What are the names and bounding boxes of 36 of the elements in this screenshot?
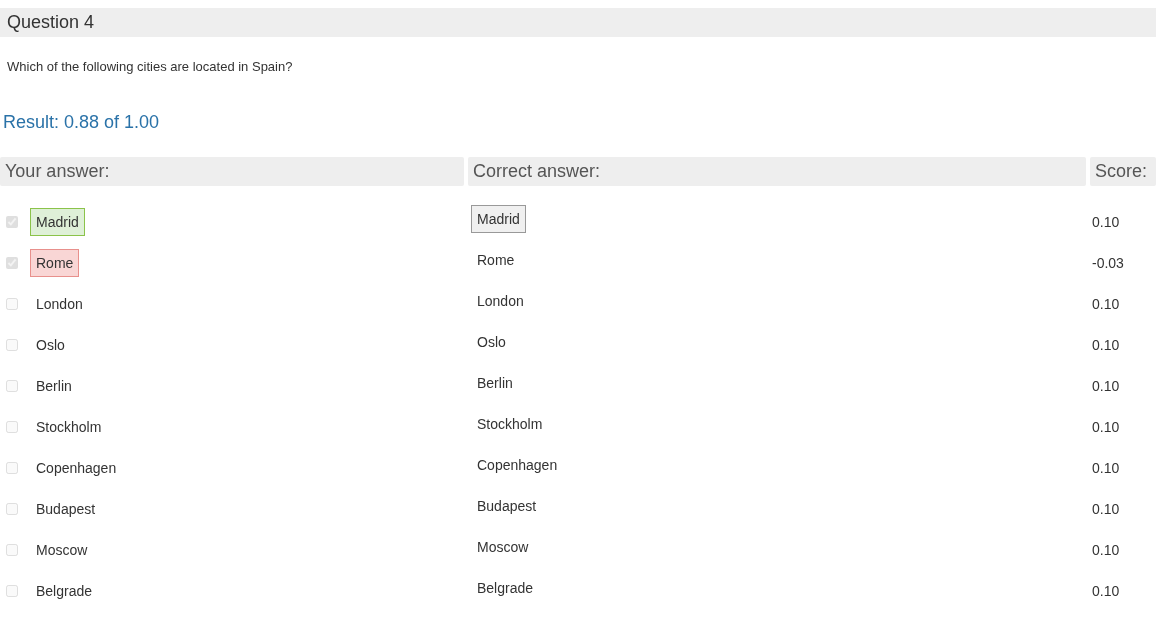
score-value: 0.10 bbox=[1092, 582, 1120, 599]
correct-answer-option: Budapest bbox=[471, 491, 543, 520]
answer-option: Copenhagen bbox=[30, 453, 123, 482]
correct-answer-option: Madrid bbox=[471, 204, 526, 233]
answer-option: Budapest bbox=[30, 494, 102, 523]
score-value: -0.03 bbox=[1092, 254, 1124, 271]
correct-answer-option: Berlin bbox=[471, 368, 519, 397]
column-header: Your answer: bbox=[0, 157, 464, 186]
correct-answer-option: Rome bbox=[471, 245, 521, 274]
answer-option: Belgrade bbox=[30, 576, 99, 605]
correct-answer-option: London bbox=[471, 286, 530, 315]
correct-answer-option: Stockholm bbox=[471, 409, 549, 438]
answer-option: Berlin bbox=[30, 371, 78, 400]
score-value: 0.10 bbox=[1092, 459, 1120, 476]
answer-option: Oslo bbox=[30, 330, 71, 359]
question-text: Which of the following cities are located in Spain? bbox=[6, 58, 294, 74]
correct-answer-option: Copenhagen bbox=[471, 450, 564, 479]
answer-option: Moscow bbox=[30, 535, 94, 564]
column-header: Score: bbox=[1090, 157, 1156, 186]
score-value: 0.10 bbox=[1092, 500, 1120, 517]
answer-option: Stockholm bbox=[30, 412, 108, 441]
score-value: 0.10 bbox=[1092, 336, 1120, 353]
correct-answer-option: Oslo bbox=[471, 327, 512, 356]
answer-option: Madrid bbox=[30, 207, 85, 236]
correct-answer-option: Moscow bbox=[471, 532, 535, 561]
answer-option: Rome bbox=[30, 248, 80, 277]
column-header: Correct answer: bbox=[468, 157, 1086, 186]
score-value: 0.10 bbox=[1092, 213, 1120, 230]
score-value: 0.10 bbox=[1092, 295, 1120, 312]
answer-option: London bbox=[30, 289, 89, 318]
score-value: 0.10 bbox=[1092, 418, 1120, 435]
score-value: 0.10 bbox=[1092, 377, 1120, 394]
question-title: Question 4 bbox=[0, 8, 1156, 37]
result-text: Result: 0.88 of 1.00 bbox=[2, 111, 161, 133]
score-value: 0.10 bbox=[1092, 541, 1120, 558]
correct-answer-option: Belgrade bbox=[471, 573, 540, 602]
